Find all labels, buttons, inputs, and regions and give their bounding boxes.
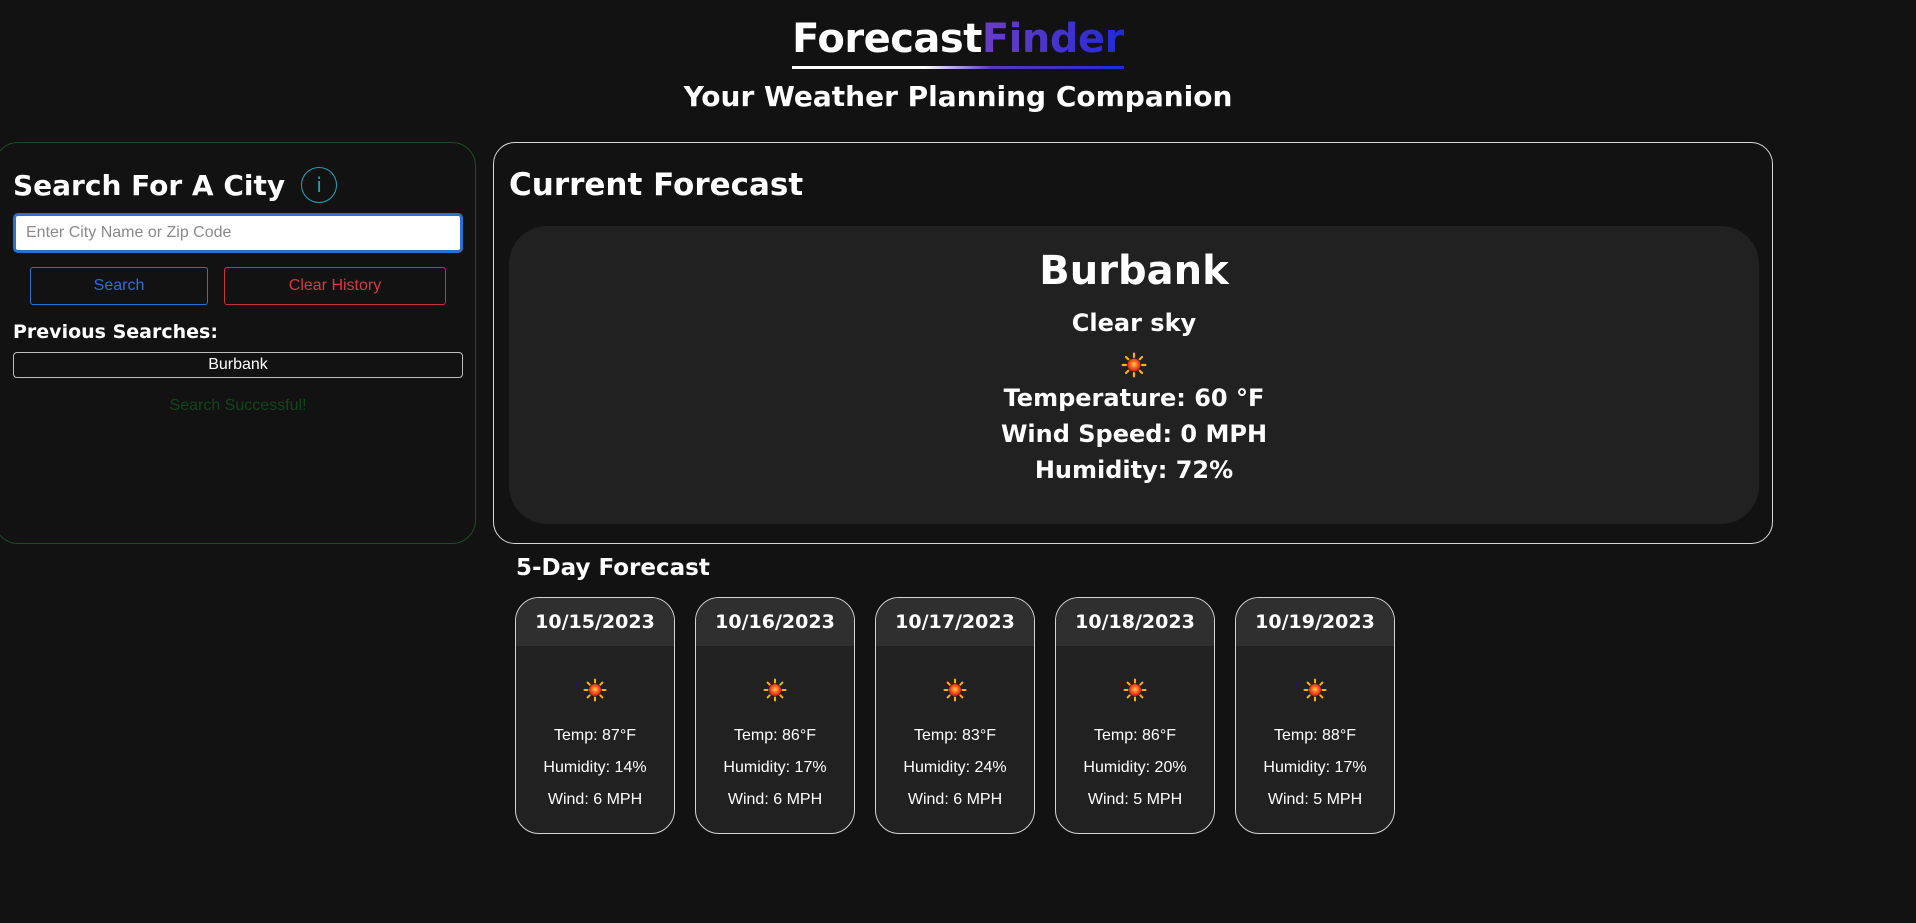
forecast-humidity: Humidity: 24% [903, 759, 1007, 776]
current-humidity: Humidity: 72% [1034, 456, 1234, 484]
forecast-humidity: Humidity: 17% [723, 759, 827, 776]
search-title-row: Search For A City i [13, 167, 338, 203]
forecast-wind: Wind: 5 MPH [1267, 791, 1363, 808]
current-forecast-title: Current Forecast [509, 167, 804, 203]
tagline: Your Weather Planning Companion [683, 80, 1233, 113]
forecast-humidity: Humidity: 14% [543, 759, 647, 776]
previous-searches-label: Previous Searches: [13, 321, 218, 343]
search-button[interactable]: Search [30, 267, 208, 305]
sun-icon [1123, 678, 1147, 702]
info-icon[interactable]: i [301, 167, 338, 203]
sun-icon [763, 678, 787, 702]
sun-icon [1303, 678, 1327, 702]
current-forecast-card: Burbank Clear sky Temperature: 60 °F Win… [509, 226, 1759, 524]
forecast-wind: Wind: 5 MPH [1087, 791, 1183, 808]
forecast-day-card: 10/16/2023 Temp: 86°F Humidity: 17% Wind… [695, 597, 855, 834]
forecast-humidity: Humidity: 20% [1083, 759, 1187, 776]
forecast-date: 10/15/2023 [516, 598, 674, 646]
forecast-date: 10/16/2023 [696, 598, 854, 646]
weather-condition: Clear sky [1071, 309, 1197, 337]
sun-icon [1121, 352, 1147, 378]
forecast-date: 10/19/2023 [1236, 598, 1394, 646]
clear-history-button[interactable]: Clear History [224, 267, 446, 305]
forecast-day-card: 10/18/2023 Temp: 86°F Humidity: 20% Wind… [1055, 597, 1215, 834]
forecast-day-card: 10/17/2023 Temp: 83°F Humidity: 24% Wind… [875, 597, 1035, 834]
search-title: Search For A City [13, 168, 286, 202]
forecast-wind: Wind: 6 MPH [547, 791, 643, 808]
brand-forecast: Forecast [792, 16, 982, 62]
city-name: Burbank [1039, 248, 1229, 294]
history-item-burbank[interactable]: Burbank [13, 352, 463, 378]
forecast-wind: Wind: 6 MPH [907, 791, 1003, 808]
forecast-temp: Temp: 88°F [1274, 727, 1356, 744]
sun-icon [943, 678, 967, 702]
current-forecast-panel: Current Forecast Burbank Clear sky Tempe… [493, 142, 1773, 544]
forecast-temp: Temp: 83°F [914, 727, 996, 744]
sun-icon [583, 678, 607, 702]
five-day-title: 5-Day Forecast [516, 555, 710, 581]
forecast-temp: Temp: 86°F [1094, 727, 1176, 744]
forecast-temp: Temp: 87°F [554, 727, 636, 744]
forecast-wind: Wind: 6 MPH [727, 791, 823, 808]
brand-logo: ForecastFinder [792, 14, 1124, 69]
city-search-input[interactable] [13, 213, 463, 253]
forecast-temp: Temp: 86°F [734, 727, 816, 744]
forecast-day-card: 10/15/2023 Temp: 87°F Humidity: 14% Wind… [515, 597, 675, 834]
app-header: ForecastFinder Your Weather Planning Com… [0, 0, 1916, 115]
search-panel: Search For A City i Search Clear History… [0, 142, 476, 544]
forecast-humidity: Humidity: 17% [1263, 759, 1367, 776]
current-wind-speed: Wind Speed: 0 MPH [1000, 420, 1268, 448]
forecast-day-card: 10/19/2023 Temp: 88°F Humidity: 17% Wind… [1235, 597, 1395, 834]
status-message: Search Successful! [169, 397, 307, 414]
forecast-date: 10/18/2023 [1056, 598, 1214, 646]
current-temperature: Temperature: 60 °F [1003, 384, 1265, 412]
brand-finder: Finder [981, 16, 1125, 62]
forecast-date: 10/17/2023 [876, 598, 1034, 646]
